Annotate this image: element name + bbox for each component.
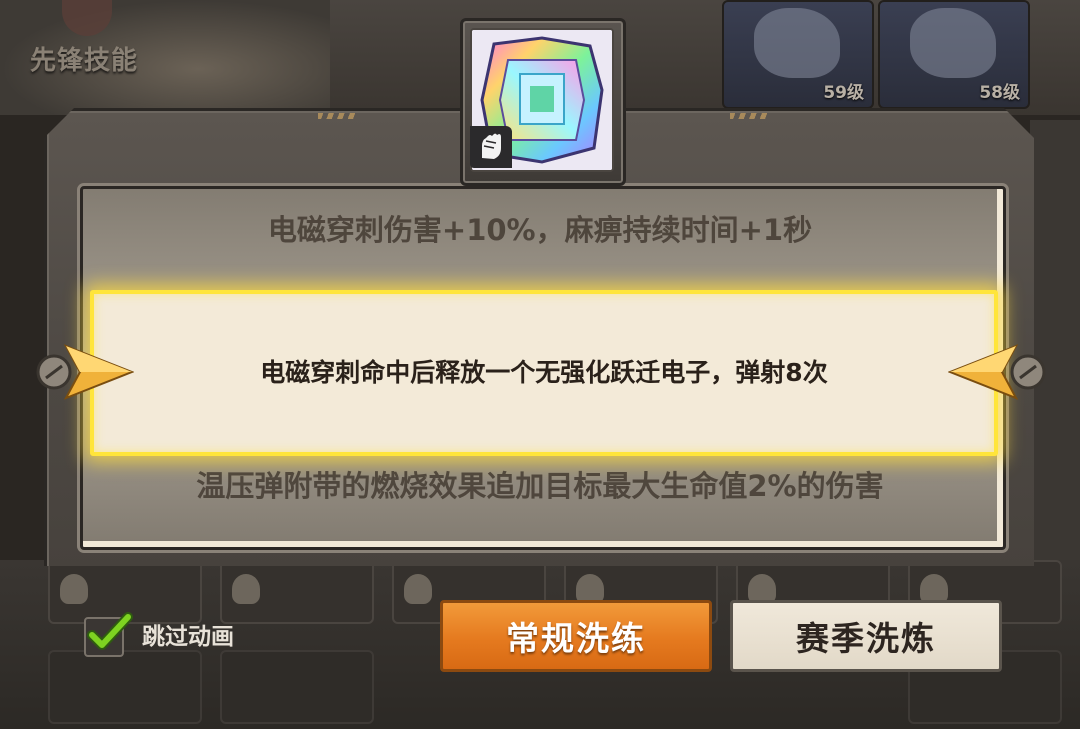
slot-icon xyxy=(60,574,88,604)
season-reroll-button[interactable]: 赛季洗炼 xyxy=(730,600,1002,672)
glove-icon xyxy=(470,126,512,168)
normal-reroll-button[interactable]: 常规洗练 xyxy=(440,600,712,672)
unit-level-label: 58级 xyxy=(979,83,1020,103)
skill-option-text: 温压弹附带的燃烧效果追加目标最大生命值2%的伤害 xyxy=(196,469,884,503)
robot-unit-icon xyxy=(754,8,840,78)
arrow-left-icon[interactable] xyxy=(948,340,1046,404)
skill-option-selected[interactable]: 电磁穿刺命中后释放一个无强化跃迁电子，弹射8次 xyxy=(90,290,998,456)
frame-notch-decoration xyxy=(318,113,358,119)
robot-unit-icon xyxy=(910,8,996,78)
background-slot xyxy=(220,650,374,724)
unit-level-label: 59级 xyxy=(823,83,864,103)
skill-option-text: 电磁穿刺命中后释放一个无强化跃迁电子，弹射8次 xyxy=(260,358,828,387)
arrow-right-icon[interactable] xyxy=(36,340,134,404)
slot-icon xyxy=(232,574,260,604)
background-slot xyxy=(48,650,202,724)
background-section-title: 先锋技能 xyxy=(30,46,139,76)
skip-animation-label[interactable]: 跳过动画 xyxy=(142,620,234,654)
slot-icon xyxy=(404,574,432,604)
background-slot xyxy=(220,560,374,624)
skill-option-text: 电磁穿刺伤害+10%，麻痹持续时间+1秒 xyxy=(267,213,813,247)
skill-option-next[interactable]: 温压弹附带的燃烧效果追加目标最大生命值2%的伤害 xyxy=(100,468,980,538)
frame-notch-decoration xyxy=(730,113,770,119)
checkmark-icon xyxy=(87,612,133,650)
skip-animation-checkbox[interactable] xyxy=(84,612,133,657)
background-unit-card: 58级 xyxy=(878,0,1030,109)
background-unit-card: 59级 xyxy=(722,0,874,109)
skill-option-previous[interactable]: 电磁穿刺伤害+10%，麻痹持续时间+1秒 xyxy=(100,212,980,252)
